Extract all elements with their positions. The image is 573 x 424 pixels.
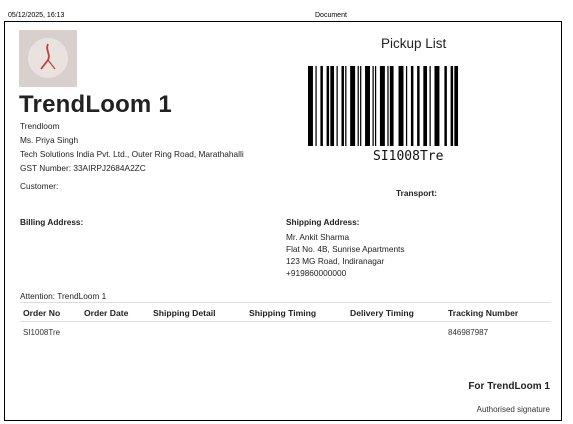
barcode-bar [387, 66, 389, 146]
table-cell-tracking-number: 846987987 [448, 328, 489, 337]
column-header-shipping-detail: Shipping Detail [153, 308, 216, 318]
barcode-bar [405, 66, 408, 146]
logo-emblem [28, 38, 68, 78]
fashion-icon [40, 43, 56, 70]
barcode-text: SI1008Tre [373, 149, 444, 164]
shipping-recipient: Mr. Ankit Sharma [286, 232, 350, 242]
shipping-phone: +919860000000 [286, 268, 347, 278]
barcode-bar [336, 66, 338, 146]
barcode-bar [341, 66, 344, 146]
shipping-address-line: 123 MG Road, Indiranagar [286, 256, 385, 266]
print-title: Document [315, 12, 347, 19]
company-line: Trendloom [20, 121, 60, 131]
barcode-bar [444, 66, 447, 146]
barcode-bar [374, 66, 377, 146]
transport-label: Transport: [396, 188, 438, 198]
shipping-address-line: Flat No. 4B, Sunrise Apartments [286, 244, 405, 254]
print-datetime: 05/12/2025, 16:13 [8, 12, 65, 19]
barcode-bar [350, 66, 356, 146]
barcode-bar [372, 66, 374, 146]
for-company-label: For TrendLoom 1 [468, 381, 550, 392]
barcode-bar [379, 66, 385, 146]
barcode-bar [357, 66, 359, 146]
barcode-bar [345, 66, 347, 146]
table-cell-order-no: SI1008Tre [23, 328, 61, 337]
barcode-bar [454, 66, 459, 146]
billing-address-label: Billing Address: [20, 217, 84, 227]
company-logo [19, 30, 77, 87]
shipping-address-label: Shipping Address: [286, 217, 360, 227]
column-header-shipping-timing: Shipping Timing [249, 308, 317, 318]
barcode-bar [417, 66, 420, 146]
gst-number: GST Number: 33AIRPJ2684A2ZC [20, 163, 146, 173]
barcode-bar [450, 66, 454, 146]
barcode-bar [429, 66, 431, 146]
barcode-bar [423, 66, 428, 146]
barcode-bar [326, 66, 330, 146]
barcode-bar [434, 66, 440, 146]
document-frame [4, 21, 562, 421]
table-header-rule [20, 321, 551, 322]
barcode-bar [410, 66, 414, 146]
barcode-bar [308, 66, 313, 146]
column-header-tracking-number: Tracking Number [448, 308, 519, 318]
table-top-rule [20, 302, 551, 303]
barcode [308, 66, 459, 146]
company-name: TrendLoom 1 [19, 91, 172, 118]
contact-name: Ms. Priya Singh [20, 135, 79, 145]
barcode-bar [398, 66, 404, 146]
page-title: Pickup List [381, 36, 447, 51]
barcode-bar [315, 66, 317, 146]
column-header-delivery-timing: Delivery Timing [350, 308, 414, 318]
attention-line: Attention: TrendLoom 1 [20, 291, 107, 301]
authorised-signature-label: Authorised signature [476, 405, 550, 414]
column-header-order-date: Order Date [84, 308, 129, 318]
barcode-bar [330, 66, 335, 146]
barcode-bar [365, 66, 370, 146]
barcode-bar [320, 66, 323, 146]
column-header-order-no: Order No [23, 308, 61, 318]
barcode-bar [360, 66, 362, 146]
customer-label: Customer: [20, 181, 59, 191]
company-address: Tech Solutions India Pvt. Ltd., Outer Ri… [20, 149, 244, 159]
barcode-bar [389, 66, 394, 146]
